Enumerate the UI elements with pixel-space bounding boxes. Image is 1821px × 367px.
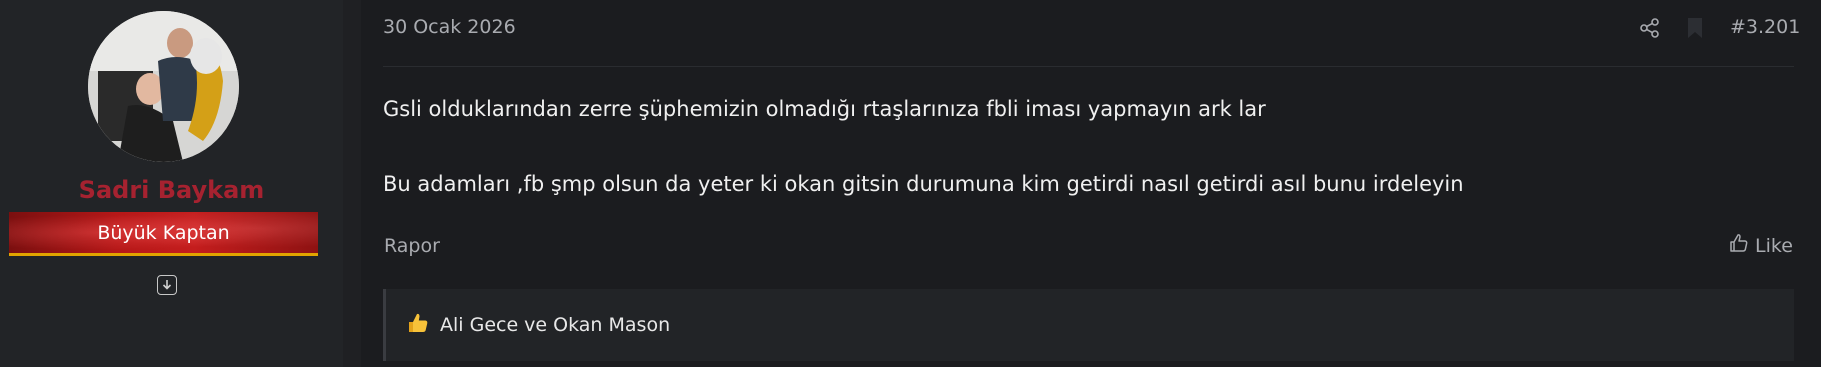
- header-separator: [383, 66, 1794, 67]
- thumbs-up-icon: [1729, 233, 1749, 258]
- user-rank-banner: Büyük Kaptan: [9, 212, 318, 256]
- user-info-panel: Sadri Baykam Büyük Kaptan: [0, 0, 343, 367]
- forum-post: Sadri Baykam Büyük Kaptan 30 Ocak 2026 #…: [0, 0, 1821, 367]
- expand-down-icon[interactable]: [157, 275, 177, 295]
- like-button[interactable]: Like: [1729, 233, 1793, 258]
- post-date[interactable]: 30 Ocak 2026: [383, 16, 516, 38]
- bookmark-icon[interactable]: [1687, 17, 1703, 39]
- post-number-link[interactable]: #3.201: [1730, 16, 1800, 38]
- reactions-bar: Ali Gece ve Okan Mason: [383, 289, 1794, 361]
- share-icon[interactable]: [1639, 17, 1661, 39]
- report-link[interactable]: Rapor: [384, 235, 440, 257]
- like-label: Like: [1755, 234, 1793, 257]
- avatar[interactable]: [88, 11, 239, 162]
- avatar-image: [88, 11, 239, 162]
- reactions-list[interactable]: Ali Gece ve Okan Mason: [440, 314, 670, 336]
- user-rank-label: Büyük Kaptan: [97, 221, 230, 244]
- username[interactable]: Sadri Baykam: [0, 176, 343, 204]
- column-divider: [343, 0, 361, 367]
- thumbs-up-emoji-icon: [406, 311, 430, 339]
- message-line: Bu adamları ,fb şmp olsun da yeter ki ok…: [383, 172, 1464, 196]
- message-line: Gsli olduklarından zerre şüphemizin olma…: [383, 97, 1266, 121]
